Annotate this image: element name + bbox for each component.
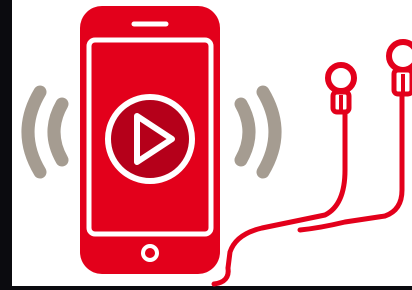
right-earbud-icon (386, 39, 412, 97)
left-sound-waves-icon (21, 85, 69, 179)
play-icon (105, 94, 195, 184)
stage (0, 0, 412, 290)
audio-illustration (21, 6, 412, 287)
right-sound-waves-icon (234, 85, 282, 179)
left-earbud-icon (325, 62, 357, 115)
